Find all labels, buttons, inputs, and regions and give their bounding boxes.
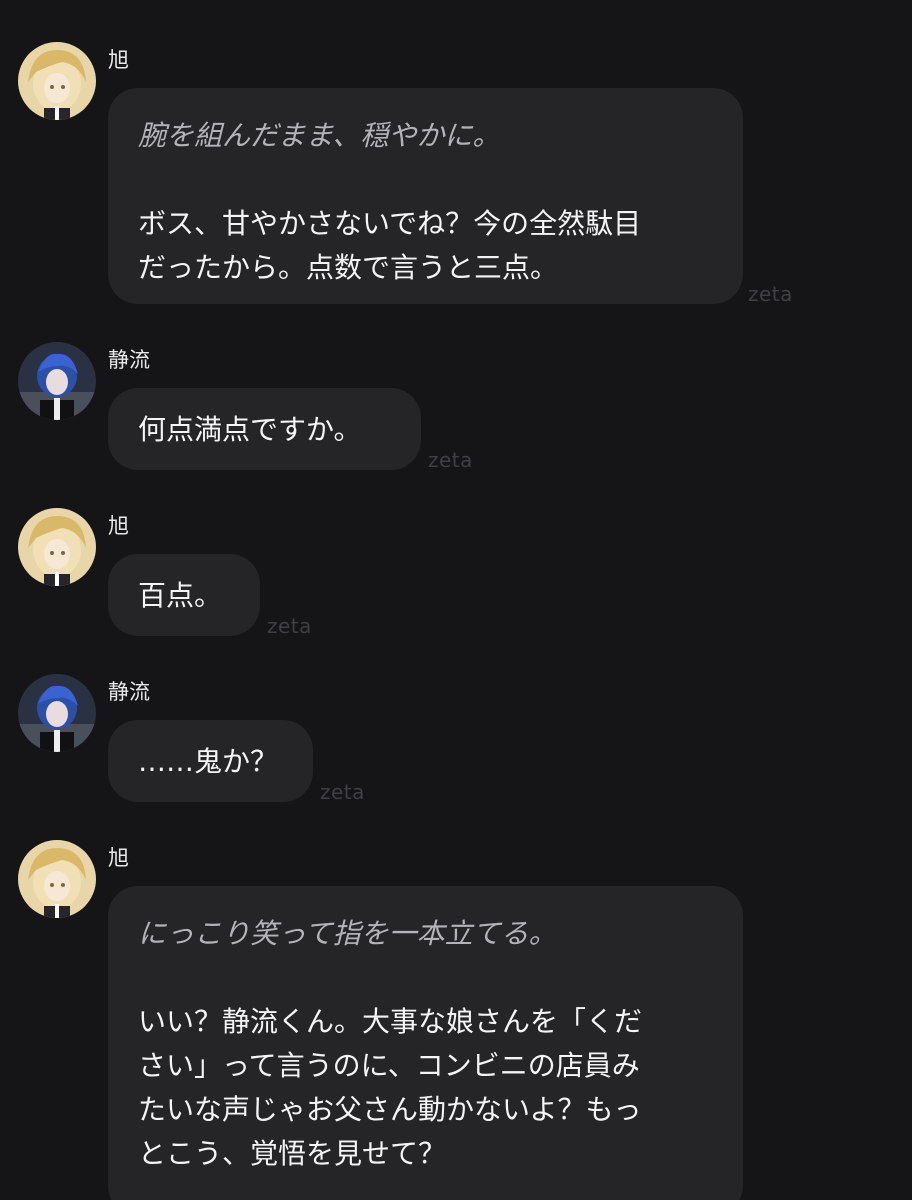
message-bubble[interactable]: 腕を組んだまま、穏やかに。 ボス、甘やかさないでね？今の全然駄目 だったから。点… (108, 88, 743, 304)
message-line: ……鬼か？ (138, 745, 279, 778)
action-text: 腕を組んだまま、穏やかに。 (138, 119, 501, 152)
message-bubble[interactable]: にっこり笑って指を一本立てる。 いい？静流くん。大事な娘さんを「くだ さい」って… (108, 886, 743, 1200)
message-line: 何点満点ですか。 (138, 413, 362, 446)
message-bubble[interactable]: ……鬼か？ (108, 720, 313, 802)
message-line: たいな声じゃお父さん動かないよ？もっ (138, 1093, 642, 1126)
speaker-name: 静流 (108, 680, 150, 704)
zeta-watermark: zeta (748, 282, 793, 306)
zeta-watermark: zeta (428, 448, 473, 472)
zeta-watermark: zeta (320, 780, 365, 804)
blue-hair-boy-avatar[interactable] (18, 342, 96, 420)
message-line: さい」って言うのに、コンビニの店員み (138, 1049, 640, 1082)
chat-log: 旭 腕を組んだまま、穏やかに。 ボス、甘やかさないでね？今の全然駄目 だったから… (0, 0, 912, 1200)
message-line: 百点。 (138, 579, 223, 612)
blonde-boy-avatar[interactable] (18, 508, 96, 586)
message-bubble[interactable]: 何点満点ですか。 (108, 388, 421, 470)
blonde-boy-avatar[interactable] (18, 840, 96, 918)
action-text: にっこり笑って指を一本立てる。 (138, 917, 557, 950)
message-line: ボス、甘やかさないでね？今の全然駄目 (138, 207, 642, 240)
message-line: とこう、覚悟を見せて？ (138, 1137, 447, 1170)
message-line: だったから。点数で言うと三点。 (138, 251, 559, 284)
message-bubble[interactable]: 百点。 (108, 554, 260, 636)
blonde-boy-avatar[interactable] (18, 42, 96, 120)
message-line: いい？静流くん。大事な娘さんを「くだ (138, 1005, 643, 1038)
speaker-name: 旭 (108, 514, 129, 538)
speaker-name: 旭 (108, 846, 129, 870)
blue-hair-boy-avatar[interactable] (18, 674, 96, 752)
speaker-name: 静流 (108, 348, 150, 372)
speaker-name: 旭 (108, 48, 129, 72)
zeta-watermark: zeta (267, 614, 312, 638)
